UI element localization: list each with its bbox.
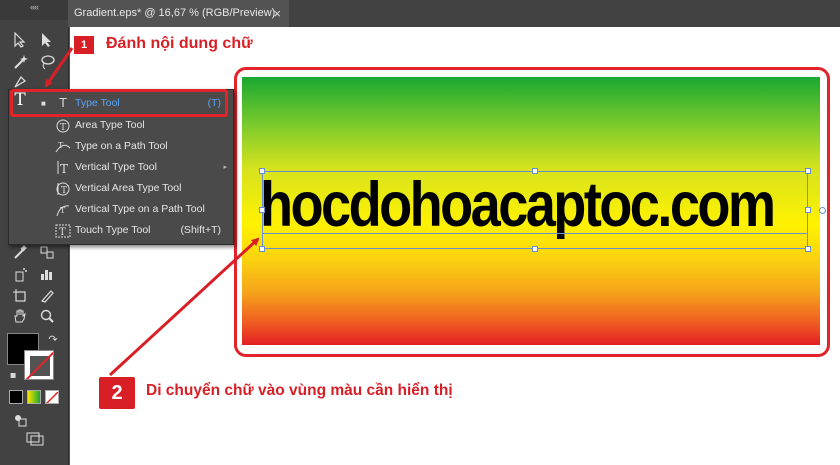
- vertical-type-icon: T: [53, 157, 73, 178]
- screen-mode-icon[interactable]: [24, 430, 46, 450]
- selection-handle[interactable]: [532, 246, 538, 252]
- text-overflow-port[interactable]: [819, 207, 826, 214]
- selection-handle[interactable]: [532, 168, 538, 174]
- svg-text:T: T: [60, 162, 68, 176]
- document-tab[interactable]: Gradient.eps* @ 16,67 % (RGB/Preview) ×: [68, 0, 289, 27]
- menu-item-touch-type-tool[interactable]: T Touch Type Tool (Shift+T): [9, 220, 231, 241]
- menu-item-area-type-tool[interactable]: T Area Type Tool: [9, 115, 231, 136]
- svg-text:T: T: [61, 186, 67, 196]
- document-tab-bar: Gradient.eps* @ 16,67 % (RGB/Preview) ×: [68, 0, 840, 27]
- touch-type-icon: T: [53, 220, 73, 241]
- vertical-type-path-icon: T: [53, 199, 73, 220]
- menu-item-label: Type on a Path Tool: [75, 140, 168, 152]
- drawing-mode-icon[interactable]: [9, 410, 31, 430]
- selection-handle[interactable]: [259, 207, 265, 213]
- gradient-mode-icon[interactable]: [27, 390, 41, 404]
- menu-item-label: Touch Type Tool: [75, 224, 151, 236]
- default-fill-stroke-icon[interactable]: ▪: [2, 366, 24, 386]
- step-1-caption: Đánh nội dung chữ: [106, 35, 253, 52]
- type-tool-highlight: [10, 89, 228, 117]
- menu-item-shortcut: (Shift+T): [180, 224, 221, 236]
- menu-item-vertical-type-tool[interactable]: T Vertical Type Tool ▸: [9, 157, 231, 178]
- color-mode-icon[interactable]: [9, 390, 23, 404]
- symbol-sprayer-tool-icon[interactable]: [9, 264, 31, 284]
- text-selection-box[interactable]: [262, 171, 808, 249]
- direct-selection-tool-icon[interactable]: [36, 30, 58, 50]
- close-tab-icon[interactable]: ×: [273, 0, 281, 27]
- column-graph-tool-icon[interactable]: [36, 264, 58, 284]
- vertical-area-type-icon: T: [53, 178, 73, 199]
- swap-fill-stroke-icon[interactable]: ↷: [42, 330, 64, 350]
- menu-item-label: Vertical Type on a Path Tool: [75, 203, 205, 215]
- menu-item-vertical-type-on-path-tool[interactable]: T Vertical Type on a Path Tool: [9, 199, 231, 220]
- blend-tool-icon[interactable]: [36, 242, 58, 262]
- slice-tool-icon[interactable]: [36, 286, 58, 306]
- selection-handle[interactable]: [259, 246, 265, 252]
- artboard-tool-icon[interactable]: [9, 286, 31, 306]
- selection-handle[interactable]: [805, 168, 811, 174]
- menu-item-type-on-path-tool[interactable]: T Type on a Path Tool: [9, 136, 231, 157]
- text-baseline: [262, 233, 808, 234]
- panel-grip[interactable]: ««: [0, 0, 68, 20]
- lasso-tool-icon[interactable]: [36, 52, 58, 72]
- document-tab-title: Gradient.eps* @ 16,67 % (RGB/Preview): [74, 7, 276, 19]
- stroke-swatch[interactable]: [24, 350, 54, 380]
- svg-text:T: T: [60, 123, 66, 133]
- step-2-caption: Di chuyển chữ vào vùng màu cần hiển thị: [146, 382, 453, 399]
- zoom-tool-icon[interactable]: [36, 306, 58, 326]
- menu-item-vertical-area-type-tool[interactable]: T Vertical Area Type Tool: [9, 178, 231, 199]
- magic-wand-tool-icon[interactable]: [9, 52, 31, 72]
- submenu-arrow-icon: ▸: [223, 164, 227, 171]
- type-on-path-icon: T: [53, 136, 73, 157]
- selection-handle[interactable]: [805, 207, 811, 213]
- none-mode-icon[interactable]: [45, 390, 59, 404]
- svg-text:T: T: [60, 206, 66, 215]
- svg-text:T: T: [58, 141, 64, 150]
- step-2-badge: 2: [97, 375, 137, 411]
- hand-tool-icon[interactable]: [9, 306, 31, 326]
- selection-tool-icon[interactable]: [9, 30, 31, 50]
- selection-handle[interactable]: [805, 246, 811, 252]
- menu-item-label: Vertical Type Tool: [75, 161, 157, 173]
- area-type-icon: T: [53, 115, 73, 136]
- selection-handle[interactable]: [259, 168, 265, 174]
- menu-item-label: Area Type Tool: [75, 119, 145, 131]
- menu-item-label: Vertical Area Type Tool: [75, 182, 182, 194]
- step-1-badge: 1: [73, 35, 95, 55]
- svg-text:T: T: [59, 227, 66, 238]
- eyedropper-tool-icon[interactable]: [9, 242, 31, 262]
